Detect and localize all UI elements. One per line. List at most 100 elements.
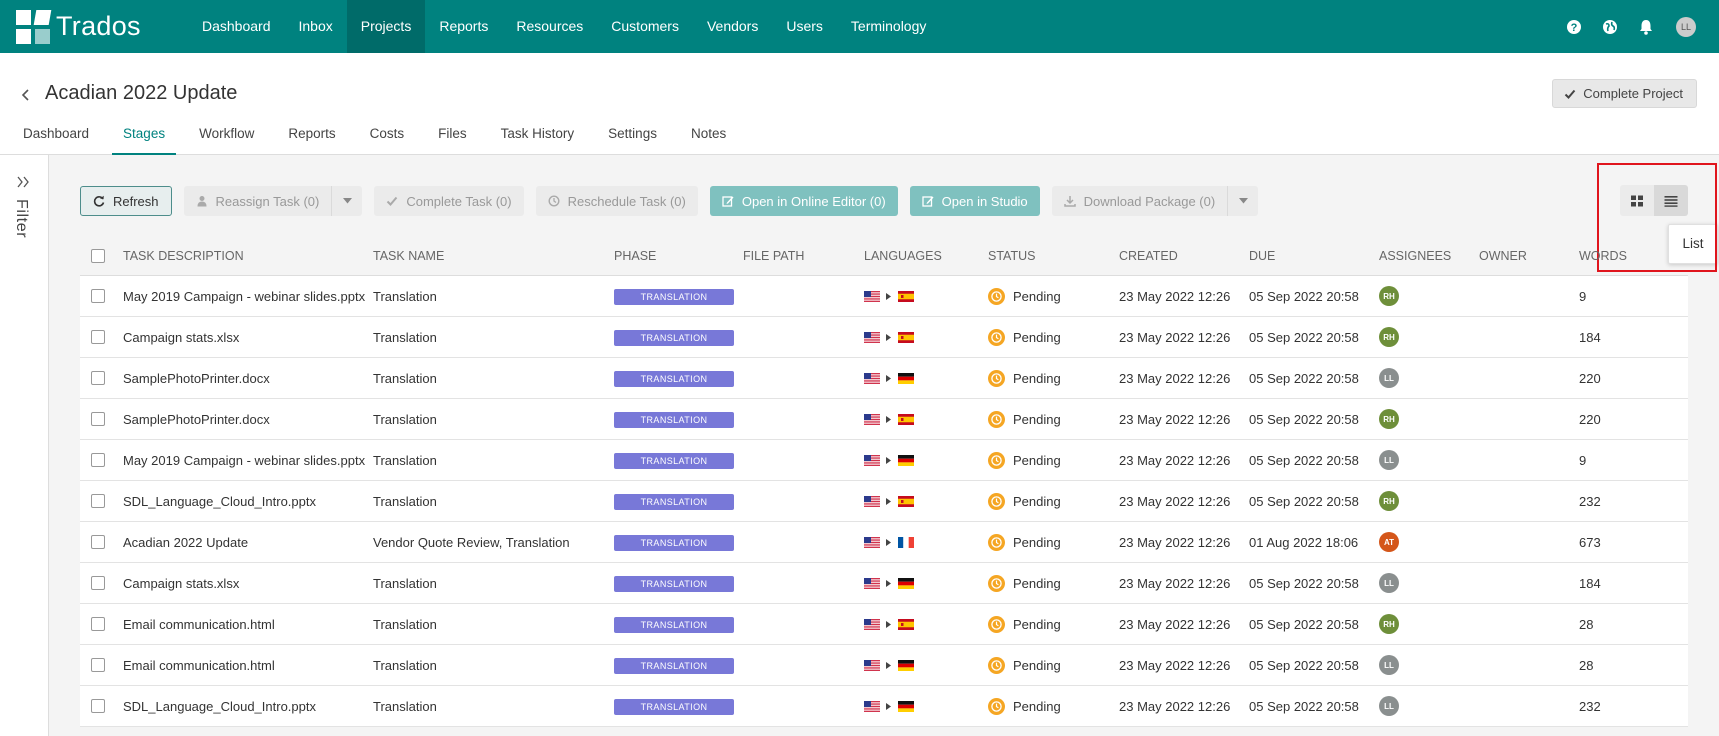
reassign-task-button[interactable]: Reassign Task (0) — [183, 186, 332, 216]
complete-project-button[interactable]: Complete Project — [1552, 79, 1697, 108]
status-badge: Pending — [988, 369, 1119, 387]
row-checkbox[interactable] — [91, 453, 105, 467]
row-checkbox[interactable] — [91, 699, 105, 713]
assignee-avatar[interactable]: LL — [1379, 696, 1399, 716]
reassign-dropdown-toggle[interactable] — [331, 186, 363, 216]
task-description[interactable]: SDL_Language_Cloud_Intro.pptx — [123, 494, 373, 509]
column-header-task-name[interactable]: TASK NAME — [373, 249, 614, 263]
nav-item-dashboard[interactable]: Dashboard — [188, 0, 285, 53]
help-icon[interactable]: ? — [1566, 19, 1582, 35]
table-row[interactable]: SamplePhotoPrinter.docx Translation TRANSL… — [80, 358, 1688, 399]
language-pair — [864, 372, 988, 384]
tab-notes[interactable]: Notes — [680, 123, 737, 155]
table-row[interactable]: SamplePhotoPrinter.docx Translation TRANSL… — [80, 399, 1688, 440]
open-in-studio-button[interactable]: Open in Studio — [909, 186, 1040, 216]
column-header-phase[interactable]: PHASE — [614, 249, 743, 263]
task-description[interactable]: Campaign stats.xlsx — [123, 576, 373, 591]
row-checkbox[interactable] — [91, 494, 105, 508]
user-avatar[interactable]: LL — [1676, 16, 1696, 37]
task-description[interactable]: Campaign stats.xlsx — [123, 330, 373, 345]
column-header-created[interactable]: CREATED — [1119, 249, 1249, 263]
task-description[interactable]: Acadian 2022 Update — [123, 535, 373, 550]
trados-logo[interactable]: Trados — [16, 9, 181, 44]
tab-stages[interactable]: Stages — [112, 123, 177, 155]
nav-item-reports[interactable]: Reports — [425, 0, 502, 53]
nav-item-resources[interactable]: Resources — [502, 0, 597, 53]
refresh-button[interactable]: Refresh — [80, 186, 172, 216]
assignee-avatar[interactable]: LL — [1379, 655, 1399, 675]
tab-task-history[interactable]: Task History — [490, 123, 586, 155]
tile-view-button[interactable] — [1620, 185, 1654, 216]
assignee-avatar[interactable]: RH — [1379, 491, 1399, 511]
table-row[interactable]: May 2019 Campaign - webinar slides.pptx T… — [80, 440, 1688, 481]
task-description[interactable]: Email communication.html — [123, 658, 373, 673]
assignee-avatar[interactable]: LL — [1379, 368, 1399, 388]
assignee-avatar[interactable]: AT — [1379, 532, 1399, 552]
globe-icon[interactable] — [1602, 19, 1618, 35]
nav-item-customers[interactable]: Customers — [597, 0, 693, 53]
column-header-assignees[interactable]: ASSIGNEES — [1379, 249, 1479, 263]
task-description[interactable]: May 2019 Campaign - webinar slides.pptx — [123, 289, 373, 304]
task-description[interactable]: SamplePhotoPrinter.docx — [123, 412, 373, 427]
filter-panel-collapsed[interactable]: Filter — [0, 155, 49, 736]
column-header-due[interactable]: DUE — [1249, 249, 1379, 263]
row-checkbox[interactable] — [91, 289, 105, 303]
tab-settings[interactable]: Settings — [597, 123, 668, 155]
column-header-words[interactable]: WORDS — [1579, 249, 1679, 263]
phase-badge: TRANSLATION — [614, 329, 734, 346]
complete-task-button[interactable]: Complete Task (0) — [374, 186, 524, 216]
assignee-avatar[interactable]: RH — [1379, 286, 1399, 306]
open-in-online-editor-button[interactable]: Open in Online Editor (0) — [709, 186, 898, 216]
task-description[interactable]: May 2019 Campaign - webinar slides.pptx — [123, 453, 373, 468]
row-checkbox[interactable] — [91, 412, 105, 426]
task-description[interactable]: SamplePhotoPrinter.docx — [123, 371, 373, 386]
table-row[interactable]: Email communication.html Translation TRANS… — [80, 645, 1688, 686]
table-row[interactable]: Campaign stats.xlsx Translation TRANSLATIO… — [80, 317, 1688, 358]
word-count: 28 — [1579, 616, 1594, 632]
column-header-task-description[interactable]: TASK DESCRIPTION — [123, 249, 373, 263]
tab-files[interactable]: Files — [427, 123, 478, 155]
back-chevron-icon[interactable] — [20, 88, 32, 102]
row-checkbox[interactable] — [91, 658, 105, 672]
assignee-avatar[interactable]: RH — [1379, 614, 1399, 634]
download-package-button[interactable]: Download Package (0) — [1051, 186, 1228, 216]
expand-chevrons-icon[interactable] — [16, 176, 30, 188]
nav-item-vendors[interactable]: Vendors — [693, 0, 772, 53]
column-header-status[interactable]: STATUS — [988, 249, 1119, 263]
assignee-avatar[interactable]: RH — [1379, 409, 1399, 429]
nav-item-users[interactable]: Users — [772, 0, 837, 53]
table-row[interactable]: SDL_Language_Cloud_Intro.pptx Translation… — [80, 686, 1688, 727]
task-description[interactable]: Email communication.html — [123, 617, 373, 632]
tab-costs[interactable]: Costs — [359, 123, 416, 155]
table-row[interactable]: SDL_Language_Cloud_Intro.pptx Translation… — [80, 481, 1688, 522]
language-pair — [864, 700, 988, 712]
nav-item-inbox[interactable]: Inbox — [285, 0, 347, 53]
table-row[interactable]: Acadian 2022 Update Vendor Quote Review, … — [80, 522, 1688, 563]
row-checkbox[interactable] — [91, 576, 105, 590]
list-view-button[interactable] — [1654, 185, 1688, 216]
column-header-languages[interactable]: LANGUAGES — [864, 249, 988, 263]
assignee-avatar[interactable]: LL — [1379, 450, 1399, 470]
row-checkbox[interactable] — [91, 330, 105, 344]
task-description[interactable]: SDL_Language_Cloud_Intro.pptx — [123, 699, 373, 714]
row-checkbox[interactable] — [91, 371, 105, 385]
row-checkbox[interactable] — [91, 617, 105, 631]
notifications-bell-icon[interactable] — [1638, 19, 1654, 35]
tab-reports[interactable]: Reports — [277, 123, 346, 155]
column-header-file-path[interactable]: FILE PATH — [743, 249, 864, 263]
nav-item-projects[interactable]: Projects — [346, 0, 426, 53]
column-header-owner[interactable]: OWNER — [1479, 249, 1579, 263]
tab-dashboard[interactable]: Dashboard — [12, 123, 100, 155]
nav-item-terminology[interactable]: Terminology — [837, 0, 940, 53]
tab-workflow[interactable]: Workflow — [188, 123, 265, 155]
download-dropdown-toggle[interactable] — [1227, 186, 1259, 216]
due-date: 05 Sep 2022 20:58 — [1249, 288, 1359, 304]
table-row[interactable]: Campaign stats.xlsx Translation TRANSLATIO… — [80, 563, 1688, 604]
assignee-avatar[interactable]: RH — [1379, 327, 1399, 347]
assignee-avatar[interactable]: LL — [1379, 573, 1399, 593]
reschedule-task-button[interactable]: Reschedule Task (0) — [535, 186, 698, 216]
table-row[interactable]: Email communication.html Translation TRANS… — [80, 604, 1688, 645]
row-checkbox[interactable] — [91, 535, 105, 549]
table-row[interactable]: May 2019 Campaign - webinar slides.pptx T… — [80, 276, 1688, 317]
select-all-checkbox[interactable] — [91, 248, 105, 263]
